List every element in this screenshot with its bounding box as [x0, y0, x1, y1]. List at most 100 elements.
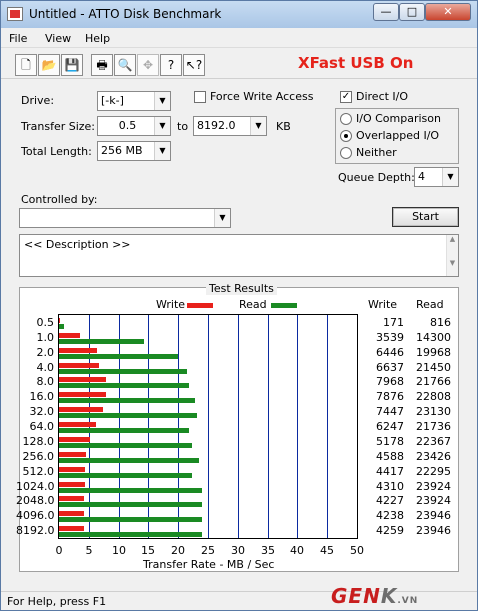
y-tick-label: 128.0: [22, 435, 55, 448]
print-icon[interactable]: 🖶: [91, 54, 113, 76]
controlled-by-label: Controlled by:: [21, 193, 98, 206]
x-tick-label: 10: [112, 544, 126, 557]
direct-io-checkbox[interactable]: ✓: [340, 91, 352, 103]
y-tick-label: 8.0: [36, 375, 55, 388]
print-preview-icon[interactable]: 🔍: [114, 54, 136, 76]
app-icon: [7, 7, 23, 21]
save-icon[interactable]: 💾: [61, 54, 83, 76]
read-column-header: Read: [416, 298, 444, 311]
total-length-label: Total Length:: [21, 145, 92, 158]
read-bar: [59, 413, 197, 418]
force-write-checkbox[interactable]: [194, 91, 206, 103]
read-value-label: 22295: [416, 465, 451, 478]
y-tick-label: 4096.0: [16, 509, 55, 522]
genk-watermark: GENK.VN: [331, 584, 419, 608]
neither-radio[interactable]: [340, 147, 352, 159]
io-comparison-radio[interactable]: [340, 113, 352, 125]
y-tick-label: 1024.0: [16, 480, 55, 493]
write-value-label: 4588: [376, 450, 404, 463]
write-bar: [59, 452, 86, 457]
y-tick-label: 32.0: [29, 405, 55, 418]
x-tick-label: 5: [85, 544, 93, 557]
overlapped-io-radio[interactable]: [340, 130, 352, 142]
description-field[interactable]: << Description >> ▲ ▼: [19, 234, 459, 277]
write-value-label: 4238: [376, 509, 404, 522]
io-comparison-label: I/O Comparison: [356, 112, 441, 125]
read-value-label: 23924: [416, 494, 451, 507]
queue-depth-value: 4: [418, 170, 425, 183]
neither-label: Neither: [356, 146, 397, 159]
read-value-label: 19968: [416, 346, 451, 359]
new-file-icon[interactable]: 🗋: [15, 54, 37, 76]
x-tick-label: 20: [171, 544, 185, 557]
results-title: Test Results: [206, 282, 277, 295]
minimize-button[interactable]: —: [373, 3, 399, 21]
direct-io-label: Direct I/O: [356, 90, 409, 103]
read-bar: [59, 473, 192, 478]
x-tick-label: 40: [290, 544, 304, 557]
write-value-label: 4310: [376, 480, 404, 493]
menu-file[interactable]: File: [9, 32, 27, 45]
chevron-down-icon: ▼: [214, 209, 230, 227]
y-tick-label: 0.5: [36, 316, 55, 329]
read-bar: [59, 324, 64, 329]
write-value-label: 4227: [376, 494, 404, 507]
read-bar: [59, 443, 192, 448]
write-value-label: 171: [383, 316, 404, 329]
transfer-to-word: to: [177, 120, 189, 133]
banner-text: XFast USB On: [298, 54, 414, 72]
write-value-label: 6247: [376, 420, 404, 433]
write-value-label: 6637: [376, 361, 404, 374]
write-value-label: 6446: [376, 346, 404, 359]
write-bar: [59, 377, 106, 382]
write-bar: [59, 496, 84, 501]
legend-write-label: Write: [156, 298, 186, 311]
y-tick-label: 64.0: [29, 420, 55, 433]
read-value-label: 23924: [416, 480, 451, 493]
read-bar: [59, 532, 202, 537]
start-button[interactable]: Start: [392, 207, 459, 227]
menu-help[interactable]: Help: [85, 32, 110, 45]
maximize-button[interactable]: □: [399, 3, 425, 21]
total-length-select[interactable]: 256 MB ▼: [97, 141, 171, 161]
drive-select[interactable]: [-k-] ▼: [97, 91, 171, 111]
chevron-down-icon: ▼: [154, 92, 170, 110]
drive-label: Drive:: [21, 94, 55, 107]
write-column-header: Write: [368, 298, 398, 311]
write-bar: [59, 526, 84, 531]
chart-gridline: [268, 315, 269, 538]
transfer-to-select[interactable]: 8192.0 ▼: [193, 116, 267, 136]
context-help-icon[interactable]: ↖?: [183, 54, 205, 76]
transfer-from-select[interactable]: 0.5 ▼: [97, 116, 171, 136]
write-bar: [59, 482, 85, 487]
menu-view[interactable]: View: [45, 32, 71, 45]
read-value-label: 816: [430, 316, 451, 329]
chart-gridline: [327, 315, 328, 538]
write-bar: [59, 407, 103, 412]
write-value-label: 4417: [376, 465, 404, 478]
window-title: Untitled - ATTO Disk Benchmark: [29, 7, 222, 21]
read-bar: [59, 517, 202, 522]
move-icon[interactable]: ✥: [137, 54, 159, 76]
read-value-label: 23426: [416, 450, 451, 463]
title-bar[interactable]: Untitled - ATTO Disk Benchmark — □ ✕: [1, 1, 477, 28]
write-bar: [59, 392, 106, 397]
help-icon[interactable]: ?: [160, 54, 182, 76]
x-axis-label: Transfer Rate - MB / Sec: [143, 558, 275, 571]
x-tick-label: 45: [320, 544, 334, 557]
menu-bar: File View Help: [1, 28, 477, 48]
queue-depth-select[interactable]: 4 ▼: [414, 167, 459, 187]
open-folder-icon[interactable]: 📂: [38, 54, 60, 76]
close-button[interactable]: ✕: [425, 3, 471, 21]
controlled-by-select[interactable]: ▼: [19, 208, 231, 228]
read-value-label: 23130: [416, 405, 451, 418]
x-tick-label: 25: [201, 544, 215, 557]
overlapped-io-label: Overlapped I/O: [356, 129, 440, 142]
read-value-label: 22808: [416, 390, 451, 403]
description-scrollbar[interactable]: ▲ ▼: [446, 235, 458, 276]
read-bar: [59, 383, 189, 388]
status-text: For Help, press F1: [7, 595, 107, 608]
read-value-label: 23946: [416, 524, 451, 537]
write-bar: [59, 437, 90, 442]
chevron-down-icon: ▼: [154, 142, 170, 160]
